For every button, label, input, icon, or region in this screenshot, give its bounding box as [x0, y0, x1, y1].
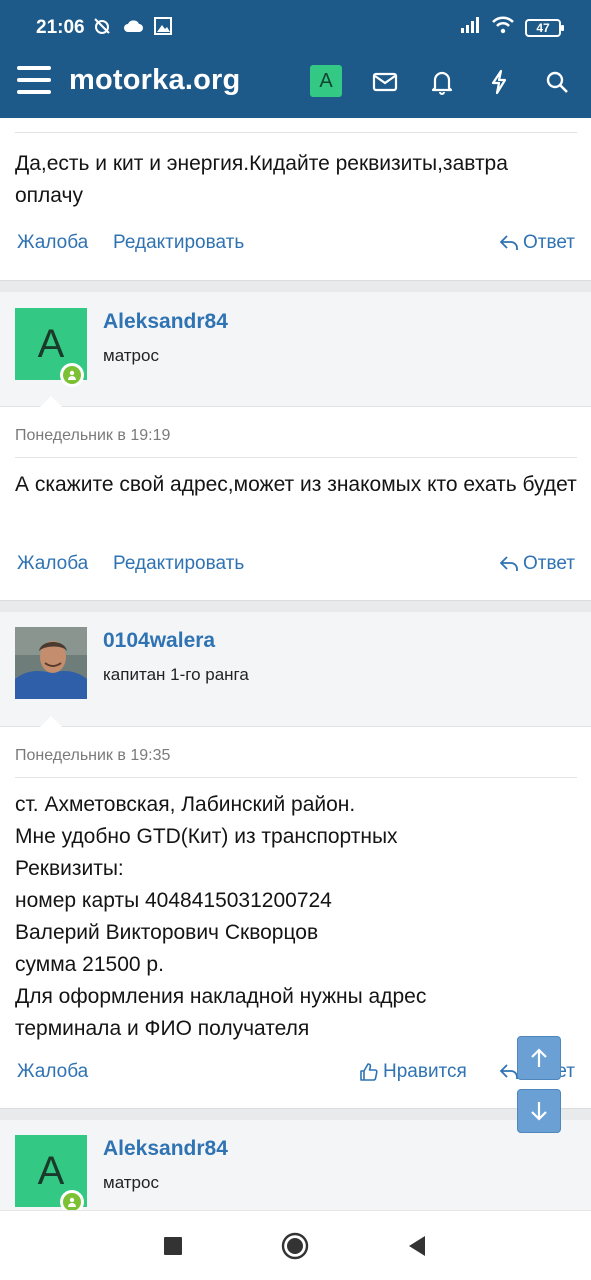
username-link[interactable]: Aleksandr84	[103, 1137, 228, 1161]
menu-icon[interactable]	[17, 66, 51, 96]
wifi-icon	[491, 16, 515, 39]
reply-link[interactable]: Ответ	[499, 232, 575, 254]
user-title: матрос	[103, 346, 159, 365]
post-message: А скажите свой адрес,может из знакомых к…	[15, 473, 577, 496]
system-navigation-bar	[0, 1210, 591, 1280]
scroll-top-button[interactable]	[517, 1036, 561, 1080]
username-link[interactable]: Aleksandr84	[103, 310, 228, 334]
arrow-up-icon	[531, 1048, 547, 1067]
home-icon[interactable]	[280, 1231, 310, 1261]
app-bar: 21:06 47 motorka.org A	[0, 0, 591, 118]
thread-content: Да,есть и кит и энергия.Кидайте реквизит…	[0, 118, 591, 1210]
post-message: Да,есть и кит и энергия.Кидайте реквизит…	[15, 152, 508, 207]
message-line: Для оформления накладной нужны адрес	[15, 985, 427, 1008]
arrow-down-icon	[531, 1102, 547, 1121]
post-timestamp[interactable]: Понедельник в 19:19	[15, 427, 170, 445]
reply-label: Ответ	[523, 232, 575, 253]
report-link[interactable]: Жалоба	[17, 1061, 88, 1083]
post: Да,есть и кит и энергия.Кидайте реквизит…	[0, 118, 591, 280]
post-actions: Жалоба Нравится Ответ	[15, 1061, 577, 1091]
report-link[interactable]: Жалоба	[17, 232, 88, 254]
post-actions: Жалоба Редактировать Ответ	[15, 553, 577, 583]
post-header: A Aleksandr84 матрос	[0, 292, 591, 406]
edit-link[interactable]: Редактировать	[113, 553, 244, 575]
post-header: A Aleksandr84 матрос	[0, 1120, 591, 1210]
reply-icon	[500, 235, 518, 250]
lightning-icon[interactable]	[482, 65, 516, 99]
post-pointer	[40, 396, 62, 407]
post-divider	[15, 777, 577, 778]
reply-link[interactable]: Ответ	[499, 553, 575, 575]
site-logo[interactable]: motorka.org	[69, 64, 240, 97]
post-timestamp[interactable]: Понедельник в 19:35	[15, 747, 170, 765]
battery-indicator: 47	[525, 18, 564, 37]
message-line: Мне удобно GTD(Кит) из транспортных	[15, 825, 398, 848]
report-link[interactable]: Жалоба	[17, 553, 88, 575]
post-header: 0104walera капитан 1-го ранга	[0, 612, 591, 726]
message-line: Валерий Викторович Скворцов	[15, 921, 319, 944]
post: Понедельник в 19:35 ст. Ахметовская, Лаб…	[0, 716, 591, 1108]
user-avatar-photo[interactable]	[15, 627, 87, 699]
message-line: ст. Ахметовская, Лабинский район.	[15, 793, 356, 816]
post: Понедельник в 19:19 А скажите свой адрес…	[0, 396, 591, 600]
picture-icon	[154, 17, 172, 40]
bell-icon[interactable]	[425, 65, 459, 99]
signal-icon	[459, 16, 481, 39]
username-link[interactable]: 0104walera	[103, 629, 215, 653]
thumbs-up-icon	[360, 1063, 378, 1081]
post-separator	[0, 600, 591, 612]
user-title: матрос	[103, 1173, 159, 1192]
scroll-bottom-button[interactable]	[517, 1089, 561, 1133]
edit-link[interactable]: Редактировать	[113, 232, 244, 254]
status-bar: 21:06 47	[0, 0, 591, 52]
post-actions: Жалоба Редактировать Ответ	[15, 232, 577, 262]
message-line: Реквизиты:	[15, 857, 124, 880]
reply-icon	[500, 1064, 518, 1079]
cloud-icon	[122, 18, 144, 39]
envelope-icon[interactable]	[368, 65, 402, 99]
post-separator	[0, 280, 591, 292]
reply-label: Ответ	[523, 553, 575, 574]
message-line: терминала и ФИО получателя	[15, 1017, 310, 1040]
message-line: номер карты 4048415031200724	[15, 889, 332, 912]
like-label: Нравится	[383, 1061, 467, 1082]
reply-icon	[500, 556, 518, 571]
post-pointer	[40, 716, 62, 727]
recents-icon[interactable]	[158, 1231, 188, 1261]
user-avatar-button[interactable]: A	[310, 65, 342, 97]
post-separator	[0, 1108, 591, 1120]
online-status-icon	[60, 363, 84, 387]
status-time: 21:06	[36, 17, 85, 38]
alarm-off-icon	[92, 16, 112, 41]
post-message: ст. Ахметовская, Лабинский район. Мне уд…	[15, 789, 580, 1045]
user-title: капитан 1-го ранга	[103, 665, 249, 684]
message-line: сумма 21500 р.	[15, 953, 164, 976]
post-divider	[15, 132, 577, 133]
search-icon[interactable]	[540, 65, 574, 99]
post-divider	[15, 457, 577, 458]
online-status-icon	[60, 1190, 84, 1210]
site-navbar: motorka.org A	[0, 52, 591, 118]
like-link[interactable]: Нравится	[359, 1061, 467, 1083]
back-icon[interactable]	[402, 1231, 432, 1261]
